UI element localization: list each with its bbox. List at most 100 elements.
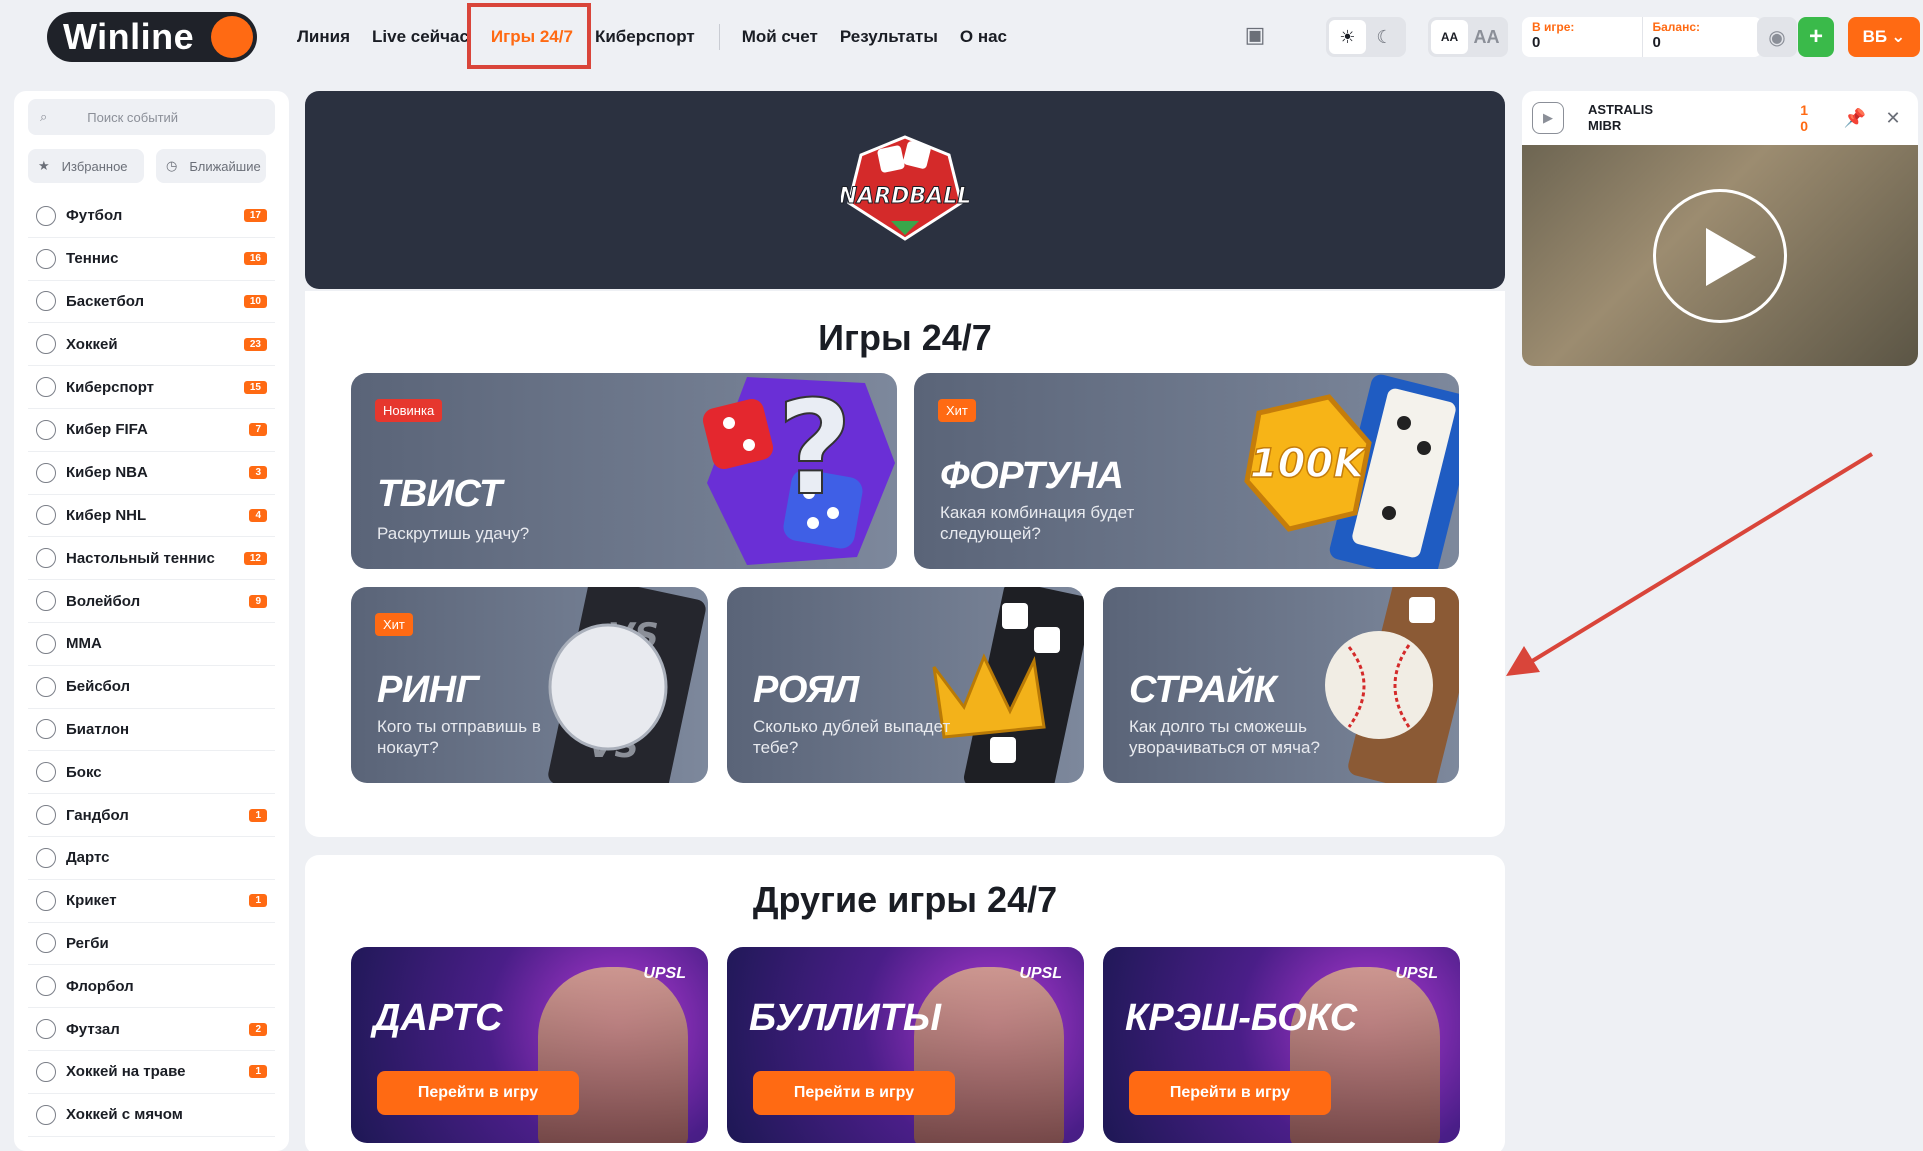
winline-logo[interactable]: Winline xyxy=(47,12,257,62)
sidebar-item-cyber-nhl[interactable]: Кибер NHL 4 xyxy=(28,495,275,538)
search-input[interactable]: ⌕ Поиск событий xyxy=(28,99,275,135)
sidebar-item-cyber-nba[interactable]: Кибер NBA 3 xyxy=(28,452,275,495)
sidebar-item-floorball[interactable]: Флорбол xyxy=(28,965,275,1009)
field-hockey-icon xyxy=(36,1061,56,1082)
game-title: СТРАЙК xyxy=(1129,669,1277,711)
sidebar-item-boxing[interactable]: Бокс xyxy=(28,751,275,795)
nav-about[interactable]: О нас xyxy=(960,27,1007,47)
sidebar-item-label: Дартс xyxy=(66,849,110,867)
favorites-button[interactable]: ★ Избранное xyxy=(28,149,144,183)
count-badge: 10 xyxy=(243,294,267,308)
video-player[interactable] xyxy=(1522,145,1918,366)
tennis-icon xyxy=(36,248,56,269)
sun-icon[interactable]: ☀ xyxy=(1329,20,1366,54)
nearest-button[interactable]: ◷ Ближайшие xyxy=(156,149,266,183)
basketball-icon xyxy=(36,291,56,312)
sidebar-item-label: Крикет xyxy=(66,892,117,910)
sidebar-item-volleyball[interactable]: Волейбол 9 xyxy=(28,580,275,623)
count-badge: 4 xyxy=(249,508,267,522)
game-title: РИНГ xyxy=(377,669,479,711)
nav-divider xyxy=(718,24,720,50)
nav-my-account[interactable]: Мой счет xyxy=(742,27,818,47)
game-card-twist[interactable]: ? Новинка ТВИСТ Раскрутишь удачу? xyxy=(351,373,897,569)
pin-icon[interactable]: 📌 xyxy=(1840,103,1870,133)
sidebar-item-tennis[interactable]: Теннис 16 xyxy=(28,238,275,281)
nav-live[interactable]: Live сейчас xyxy=(372,27,469,47)
handball-icon xyxy=(36,805,56,826)
sidebar-item-mma[interactable]: MMA xyxy=(28,623,275,666)
sidebar-item-label: Кибер NBA xyxy=(66,464,148,482)
go-to-game-button[interactable]: Перейти в игру xyxy=(1129,1071,1331,1115)
sidebar-item-table-tennis[interactable]: Настольный теннис 12 xyxy=(28,537,275,581)
apple-icon[interactable] xyxy=(1280,22,1302,48)
moon-icon[interactable]: ☾ xyxy=(1366,20,1403,54)
promo-card-darts[interactable]: UPSL ДАРТС Перейти в игру xyxy=(351,947,708,1143)
sidebar-item-field-hockey[interactable]: Хоккей на траве 1 xyxy=(28,1051,275,1094)
fortuna-art-text: 100K xyxy=(1250,441,1367,487)
sidebar-item-baseball[interactable]: Бейсбол xyxy=(28,666,275,709)
live-stream-widget: ▶ ASTRALIS MIBR 1 0 📌 ✕ xyxy=(1522,91,1918,366)
user-initials: ВБ xyxy=(1862,27,1888,46)
badge-hit: Хит xyxy=(938,399,976,422)
score-1: 1 xyxy=(1800,102,1808,118)
deposit-plus-button[interactable]: + xyxy=(1798,17,1834,57)
game-card-royal[interactable]: РОЯЛ Сколько дублей выпадет тебе? xyxy=(727,587,1084,783)
promo-card-crash-box[interactable]: UPSL КРЭШ-БОКС Перейти в игру xyxy=(1103,947,1460,1143)
sports-list: Футбол 17 Теннис 16 Баскетбол 10 Хоккей 23 К… xyxy=(28,195,275,1137)
highlight-box xyxy=(467,3,591,69)
sidebar-item-hockey[interactable]: Хоккей 23 xyxy=(28,323,275,367)
nav-results[interactable]: Результаты xyxy=(840,27,938,47)
tv-icon[interactable]: ▶ xyxy=(1532,102,1564,134)
sidebar-item-label: Хоккей с мячом xyxy=(66,1106,183,1124)
sidebar-item-darts[interactable]: Дартс xyxy=(28,837,275,880)
nardball-banner[interactable]: NARDBALL xyxy=(305,91,1505,289)
sidebar-item-esports[interactable]: Киберспорт 15 xyxy=(28,366,275,409)
balance-value: 0 xyxy=(1652,34,1661,51)
game-title: ТВИСТ xyxy=(377,473,502,515)
font-big-button[interactable]: AA xyxy=(1468,20,1505,54)
promo-title: ДАРТС xyxy=(373,997,503,1039)
eye-icon[interactable]: ◉ xyxy=(1757,17,1797,57)
sidebar-item-futsal[interactable]: Футзал 2 xyxy=(28,1008,275,1051)
count-badge: 1 xyxy=(249,1065,267,1079)
sidebar-item-football[interactable]: Футбол 17 xyxy=(28,195,275,238)
close-icon[interactable]: ✕ xyxy=(1878,103,1908,133)
balance-box: В игре: 0 Баланс: 0 xyxy=(1522,17,1762,57)
go-to-game-button[interactable]: Перейти в игру xyxy=(377,1071,579,1115)
sidebar-item-label: Футзал xyxy=(66,1020,120,1038)
game-card-fortuna[interactable]: 100K Хит ФОРТУНА Какая комбинация будет … xyxy=(914,373,1459,569)
twist-art: ? xyxy=(702,373,895,565)
biathlon-icon xyxy=(36,719,56,740)
game-card-strike[interactable]: СТРАЙК Как долго ты сможешь уворачиватьс… xyxy=(1103,587,1459,783)
sidebar-item-label: Настольный теннис xyxy=(66,549,215,567)
go-to-game-button[interactable]: Перейти в игру xyxy=(753,1071,955,1115)
upsl-logo: UPSL xyxy=(1395,965,1438,982)
logo-text: Winline xyxy=(63,16,195,57)
promo-title: КРЭШ-БОКС xyxy=(1125,997,1358,1039)
sidebar-item-cricket[interactable]: Крикет 1 xyxy=(28,880,275,923)
nav-line[interactable]: Линия xyxy=(297,27,350,47)
sidebar-item-bandy[interactable]: Хоккей с мячом xyxy=(28,1094,275,1137)
team-2: MIBR xyxy=(1588,118,1622,133)
game-subtitle: Кого ты отправишь в нокаут? xyxy=(377,717,541,757)
sidebar-item-label: Теннис xyxy=(66,250,119,268)
game-card-ring[interactable]: VS VS Хит РИНГ Кого ты отправишь в нокау… xyxy=(351,587,708,783)
sidebar-item-rugby[interactable]: Регби xyxy=(28,923,275,966)
clock-icon: ◷ xyxy=(166,158,178,173)
font-small-button[interactable]: AA xyxy=(1431,20,1468,54)
count-badge: 9 xyxy=(249,594,267,608)
balance-block: Баланс: 0 xyxy=(1643,17,1763,57)
user-menu-button[interactable]: ВБ ⌄ xyxy=(1848,17,1920,57)
sidebar-item-handball[interactable]: Гандбол 1 xyxy=(28,794,275,837)
game-subtitle: Какая комбинация будет следующей? xyxy=(940,503,1135,543)
nav-esports[interactable]: Киберспорт xyxy=(595,27,695,47)
stream-header: ▶ ASTRALIS MIBR 1 0 📌 ✕ xyxy=(1522,91,1918,145)
sidebar-item-biathlon[interactable]: Биатлон xyxy=(28,709,275,752)
play-icon[interactable] xyxy=(1653,189,1787,323)
quick-filters: ★ Избранное ◷ Ближайшие xyxy=(28,149,275,183)
promo-card-bullets[interactable]: UPSL БУЛЛИТЫ Перейти в игру xyxy=(727,947,1084,1143)
sidebar-item-cyber-fifa[interactable]: Кибер FIFA 7 xyxy=(28,409,275,452)
sidebar-item-basketball[interactable]: Баскетбол 10 xyxy=(28,281,275,324)
android-icon[interactable]: ▣ xyxy=(1244,22,1266,48)
game-subtitle: Сколько дублей выпадет тебе? xyxy=(753,717,951,757)
